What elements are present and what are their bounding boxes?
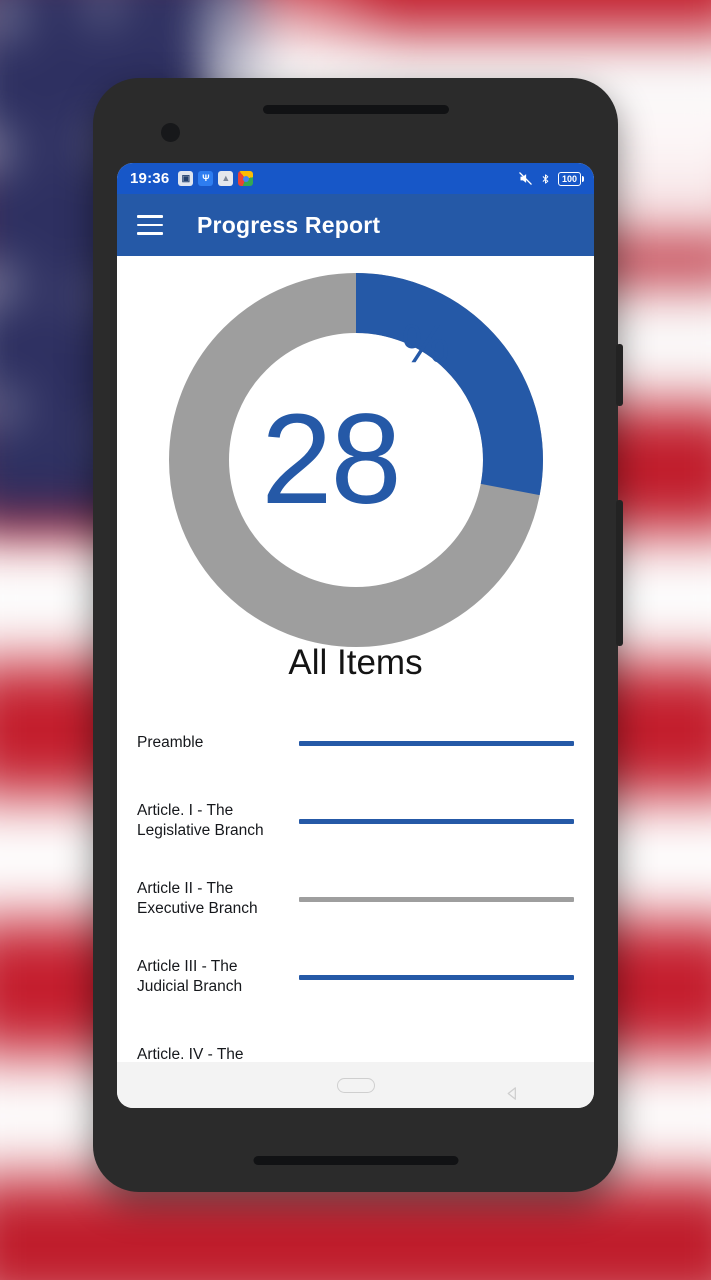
mute-icon: [518, 171, 533, 186]
donut-center-label: 28 %: [169, 273, 543, 647]
list-item-progress-wrap: [273, 740, 574, 746]
list-item-label: Article II - The Executive Branch: [137, 880, 258, 917]
status-bar-clock: 19:36: [130, 170, 170, 187]
status-bar-system-icons: 100: [518, 171, 584, 187]
status-bar-notification-icons: ▣ Ψ ▲: [178, 171, 254, 186]
progress-percent-value: 28: [261, 388, 401, 531]
android-navigation-bar: [117, 1062, 594, 1108]
list-item-progress-bar: [299, 896, 574, 902]
app-bar: Progress Report: [117, 194, 594, 256]
gallery-icon: ▲: [218, 171, 234, 186]
status-bar: 19:36 ▣ Ψ ▲ 100: [117, 163, 594, 194]
list-item[interactable]: Preamble: [137, 717, 574, 769]
list-item-label: Article. I - The Legislative Branch: [137, 802, 264, 839]
hamburger-menu-icon[interactable]: [137, 215, 163, 235]
list-item-label: Preamble: [137, 734, 204, 751]
list-item-label: Article III - The Judicial Branch: [137, 958, 243, 995]
front-camera-icon: [161, 123, 180, 142]
list-item[interactable]: Article II - The Executive Branch: [137, 873, 574, 925]
items-list: Preamble Article. I - The Legislative Bra…: [117, 717, 594, 1062]
list-item[interactable]: Article. IV - The: [137, 1029, 574, 1062]
volume-rocker-button[interactable]: [616, 500, 623, 646]
bluetooth-icon: [540, 171, 551, 187]
progress-donut-container: 28 %: [117, 256, 594, 647]
calculator-icon: ▣: [178, 171, 194, 186]
home-pill-button[interactable]: [336, 1077, 375, 1093]
earpiece-speaker: [262, 105, 449, 114]
list-item-progress-bar: [299, 974, 574, 980]
page-title: Progress Report: [197, 211, 381, 238]
power-button[interactable]: [616, 344, 623, 406]
list-item-progress-wrap: [273, 974, 574, 980]
main-content: 28 % All Items Preamble Article. I - The …: [117, 256, 594, 1062]
list-item-progress-bar: [299, 818, 574, 824]
phone-device-frame: 19:36 ▣ Ψ ▲ 100 Progress Report 28 % All…: [93, 78, 623, 1192]
section-title: All Items: [288, 643, 423, 682]
list-item[interactable]: Article III - The Judicial Branch: [137, 951, 574, 1003]
list-item-progress-wrap: [273, 896, 574, 902]
list-item-progress-bar: [299, 740, 574, 746]
phone-screen: 19:36 ▣ Ψ ▲ 100 Progress Report 28 % All…: [117, 163, 594, 1108]
battery-status-badge: 100: [557, 171, 584, 186]
progress-percent-sign: %: [401, 314, 450, 374]
back-arrow-button[interactable]: [504, 1076, 518, 1100]
list-item-progress-wrap: [273, 818, 574, 824]
bottom-speaker: [253, 1156, 458, 1165]
usb-icon: Ψ: [198, 171, 214, 186]
list-item-label: Article. IV - The: [137, 1046, 244, 1062]
chrome-icon: [238, 171, 254, 186]
list-item[interactable]: Article. I - The Legislative Branch: [137, 795, 574, 847]
progress-donut-chart: 28 %: [168, 273, 543, 647]
